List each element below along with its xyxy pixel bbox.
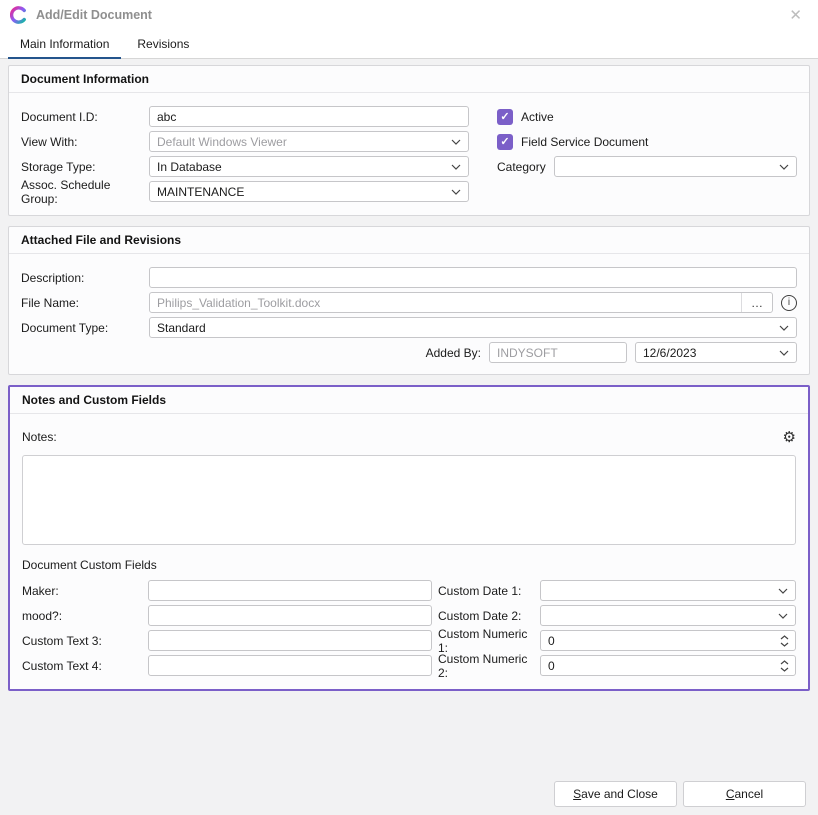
dialog-content: Document Information Document I.D: View … <box>0 59 818 781</box>
view-with-value: Default Windows Viewer <box>157 135 445 149</box>
maker-label: Maker: <box>22 584 148 598</box>
section-attached-file: Attached File and Revisions Description:… <box>8 226 810 375</box>
document-id-input[interactable] <box>149 106 469 127</box>
tab-revisions[interactable]: Revisions <box>123 30 203 58</box>
schedule-group-select[interactable]: MAINTENANCE <box>149 181 469 202</box>
added-by-label: Added By: <box>426 346 481 360</box>
section-title-notes-custom-fields: Notes and Custom Fields <box>10 387 808 414</box>
document-type-select[interactable]: Standard <box>149 317 797 338</box>
chevron-down-icon <box>779 164 789 170</box>
maker-input[interactable] <box>148 580 432 601</box>
field-service-checkbox[interactable]: ✓ Field Service Document <box>497 131 797 152</box>
document-type-label: Document Type: <box>21 321 149 335</box>
category-label: Category <box>497 160 546 174</box>
mood-input[interactable] <box>148 605 432 626</box>
storage-type-select[interactable]: In Database <box>149 156 469 177</box>
chevron-down-icon <box>451 164 461 170</box>
section-notes-custom-fields: Notes and Custom Fields Notes: ⚙ Documen… <box>8 385 810 691</box>
browse-file-button[interactable]: … <box>741 293 772 312</box>
custom-numeric-1-input[interactable]: 0 <box>540 630 796 651</box>
custom-date-2-select[interactable] <box>540 605 796 626</box>
window-title: Add/Edit Document <box>36 8 152 22</box>
cancel-button[interactable]: Cancel <box>683 781 806 807</box>
tab-bar: Main Information Revisions <box>0 30 818 59</box>
spinner-up-icon[interactable] <box>780 660 789 665</box>
description-label: Description: <box>21 271 149 285</box>
storage-type-label: Storage Type: <box>21 160 149 174</box>
dialog-footer: Save and Close Cancel <box>0 781 818 815</box>
added-by-input <box>489 342 627 363</box>
custom-numeric-1-value: 0 <box>548 634 774 648</box>
custom-date-2-label: Custom Date 2: <box>438 609 540 623</box>
chevron-down-icon <box>778 588 788 594</box>
view-with-label: View With: <box>21 135 149 149</box>
add-edit-document-dialog: Add/Edit Document ✕ Main Information Rev… <box>0 0 818 815</box>
file-name-value: Philips_Validation_Toolkit.docx <box>157 296 741 310</box>
view-with-select[interactable]: Default Windows Viewer <box>149 131 469 152</box>
section-title-document-information: Document Information <box>9 66 809 93</box>
custom-numeric-1-label: Custom Numeric 1: <box>438 627 540 655</box>
added-date-select[interactable]: 12/6/2023 <box>635 342 797 363</box>
spinner-down-icon[interactable] <box>780 642 789 647</box>
spinner-down-icon[interactable] <box>780 667 789 672</box>
chevron-down-icon <box>779 325 789 331</box>
close-icon[interactable]: ✕ <box>783 6 808 24</box>
mood-label: mood?: <box>22 609 148 623</box>
notes-textarea[interactable] <box>22 455 796 545</box>
spinner-up-icon[interactable] <box>780 635 789 640</box>
titlebar: Add/Edit Document ✕ <box>0 0 818 30</box>
custom-fields-title: Document Custom Fields <box>22 558 796 572</box>
field-service-checkbox-label: Field Service Document <box>521 135 648 149</box>
custom-text-4-label: Custom Text 4: <box>22 659 148 673</box>
chevron-down-icon <box>451 139 461 145</box>
schedule-group-value: MAINTENANCE <box>157 185 445 199</box>
checkbox-checked-icon: ✓ <box>497 109 513 125</box>
file-name-input: Philips_Validation_Toolkit.docx … <box>149 292 773 313</box>
section-title-attached-file: Attached File and Revisions <box>9 227 809 254</box>
storage-type-value: In Database <box>157 160 445 174</box>
save-and-close-button[interactable]: Save and Close <box>554 781 677 807</box>
gear-icon[interactable]: ⚙ <box>783 430 796 445</box>
custom-numeric-2-input[interactable]: 0 <box>540 655 796 676</box>
custom-text-3-label: Custom Text 3: <box>22 634 148 648</box>
document-type-value: Standard <box>157 321 773 335</box>
custom-text-3-input[interactable] <box>148 630 432 651</box>
custom-text-4-input[interactable] <box>148 655 432 676</box>
description-input[interactable] <box>149 267 797 288</box>
checkbox-checked-icon: ✓ <box>497 134 513 150</box>
info-icon[interactable]: i <box>781 295 797 311</box>
custom-date-1-select[interactable] <box>540 580 796 601</box>
custom-date-1-label: Custom Date 1: <box>438 584 540 598</box>
section-document-information: Document Information Document I.D: View … <box>8 65 810 216</box>
file-name-label: File Name: <box>21 296 149 310</box>
added-date-value: 12/6/2023 <box>643 346 773 360</box>
category-select[interactable] <box>554 156 797 177</box>
tab-main-information[interactable]: Main Information <box>6 30 123 58</box>
chevron-down-icon <box>779 350 789 356</box>
document-id-label: Document I.D: <box>21 110 149 124</box>
notes-label: Notes: <box>22 430 57 444</box>
active-checkbox-label: Active <box>521 110 554 124</box>
chevron-down-icon <box>451 189 461 195</box>
app-logo-icon <box>10 6 28 24</box>
active-checkbox[interactable]: ✓ Active <box>497 106 797 127</box>
custom-numeric-2-value: 0 <box>548 659 774 673</box>
schedule-group-label: Assoc. Schedule Group: <box>21 178 149 206</box>
custom-numeric-2-label: Custom Numeric 2: <box>438 652 540 680</box>
chevron-down-icon <box>778 613 788 619</box>
